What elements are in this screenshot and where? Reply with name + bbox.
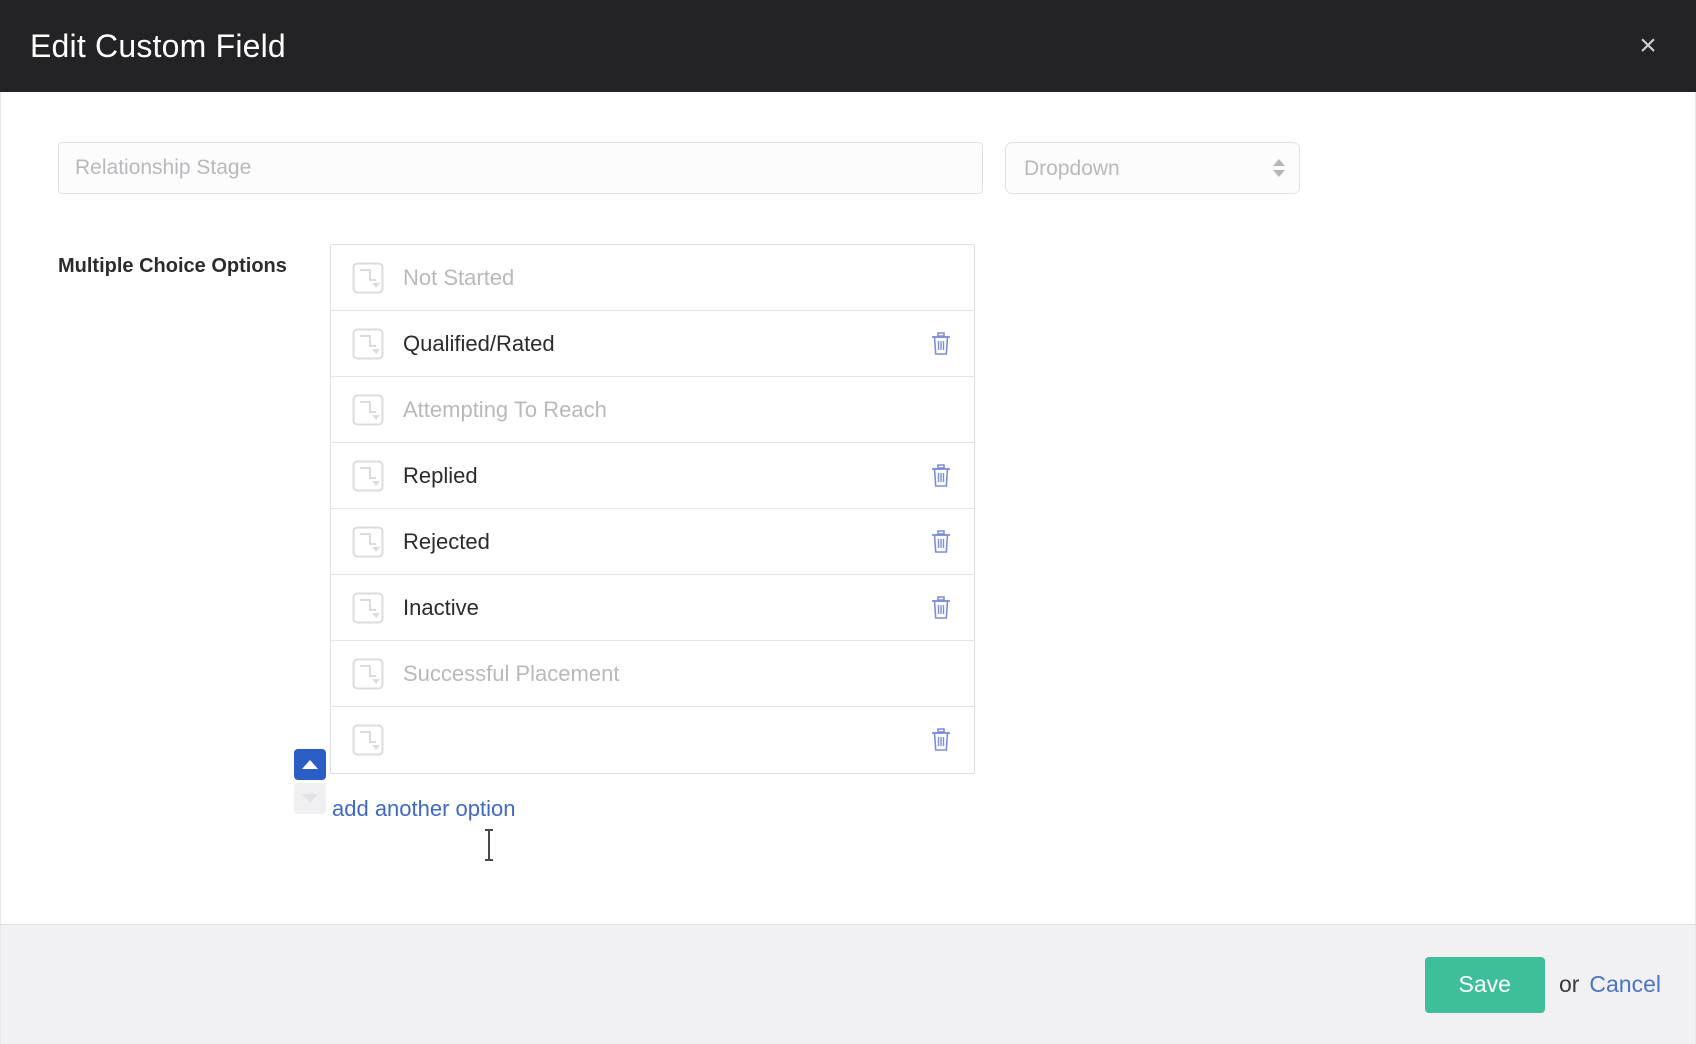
move-option-up-button[interactable] — [294, 749, 326, 780]
edit-custom-field-modal: Edit Custom Field × Dropdown Multiple Ch… — [0, 0, 1696, 1044]
trash-icon — [932, 595, 950, 619]
options-list-wrap: add another option — [294, 244, 975, 822]
option-input[interactable] — [403, 656, 926, 691]
broken-image-icon — [352, 658, 384, 689]
delete-option-placeholder — [926, 262, 956, 294]
delete-option-button[interactable] — [926, 460, 956, 492]
option-row — [331, 575, 974, 641]
modal-header: Edit Custom Field × — [0, 0, 1696, 92]
options-list — [330, 244, 975, 774]
page-title: Edit Custom Field — [30, 28, 286, 64]
option-input[interactable] — [403, 392, 926, 427]
option-input[interactable] — [403, 590, 926, 625]
broken-image-icon — [352, 460, 384, 491]
broken-image-icon — [352, 262, 384, 293]
delete-option-placeholder — [926, 658, 956, 690]
text-cursor-icon — [485, 829, 493, 861]
broken-image-icon — [352, 592, 384, 623]
option-input[interactable] — [403, 260, 926, 295]
delete-option-button[interactable] — [926, 328, 956, 360]
delete-option-placeholder — [926, 394, 956, 426]
broken-image-icon — [352, 526, 384, 557]
option-input[interactable] — [403, 458, 926, 493]
field-type-select[interactable]: Dropdown — [1005, 142, 1300, 194]
add-another-option-link[interactable]: add another option — [332, 796, 516, 822]
field-type-select-wrap: Dropdown — [1005, 142, 1300, 194]
option-row — [331, 509, 974, 575]
save-button[interactable]: Save — [1424, 956, 1545, 1013]
delete-option-button[interactable] — [926, 526, 956, 558]
field-name-input[interactable] — [58, 142, 983, 194]
option-row — [331, 641, 974, 707]
broken-image-icon — [352, 724, 384, 756]
broken-image-icon — [352, 328, 384, 359]
multiple-choice-options-section: Multiple Choice Options add another opti… — [1, 244, 1695, 822]
trash-icon — [932, 728, 950, 751]
option-input[interactable] — [403, 524, 926, 559]
cancel-button[interactable]: Cancel — [1589, 971, 1661, 998]
option-row — [331, 377, 974, 443]
option-input[interactable] — [403, 326, 926, 361]
trash-icon — [932, 463, 950, 487]
option-row — [331, 311, 974, 377]
option-row — [331, 443, 974, 509]
modal-body: Dropdown Multiple Choice Options add ano… — [0, 92, 1696, 924]
close-icon[interactable]: × — [1628, 26, 1668, 66]
option-input[interactable] — [403, 723, 926, 757]
broken-image-icon — [352, 394, 384, 425]
or-label: or — [1558, 971, 1580, 997]
option-sort-arrows — [294, 749, 326, 814]
option-row — [331, 245, 974, 311]
options-section-label: Multiple Choice Options — [58, 255, 287, 277]
field-settings-row: Dropdown — [1, 142, 1695, 194]
trash-icon — [932, 529, 950, 553]
option-row — [331, 707, 974, 773]
move-option-down-button[interactable] — [294, 783, 326, 814]
modal-footer: Save or Cancel — [0, 924, 1696, 1044]
delete-option-button[interactable] — [926, 592, 956, 624]
delete-option-button[interactable] — [926, 724, 956, 756]
trash-icon — [932, 331, 950, 355]
